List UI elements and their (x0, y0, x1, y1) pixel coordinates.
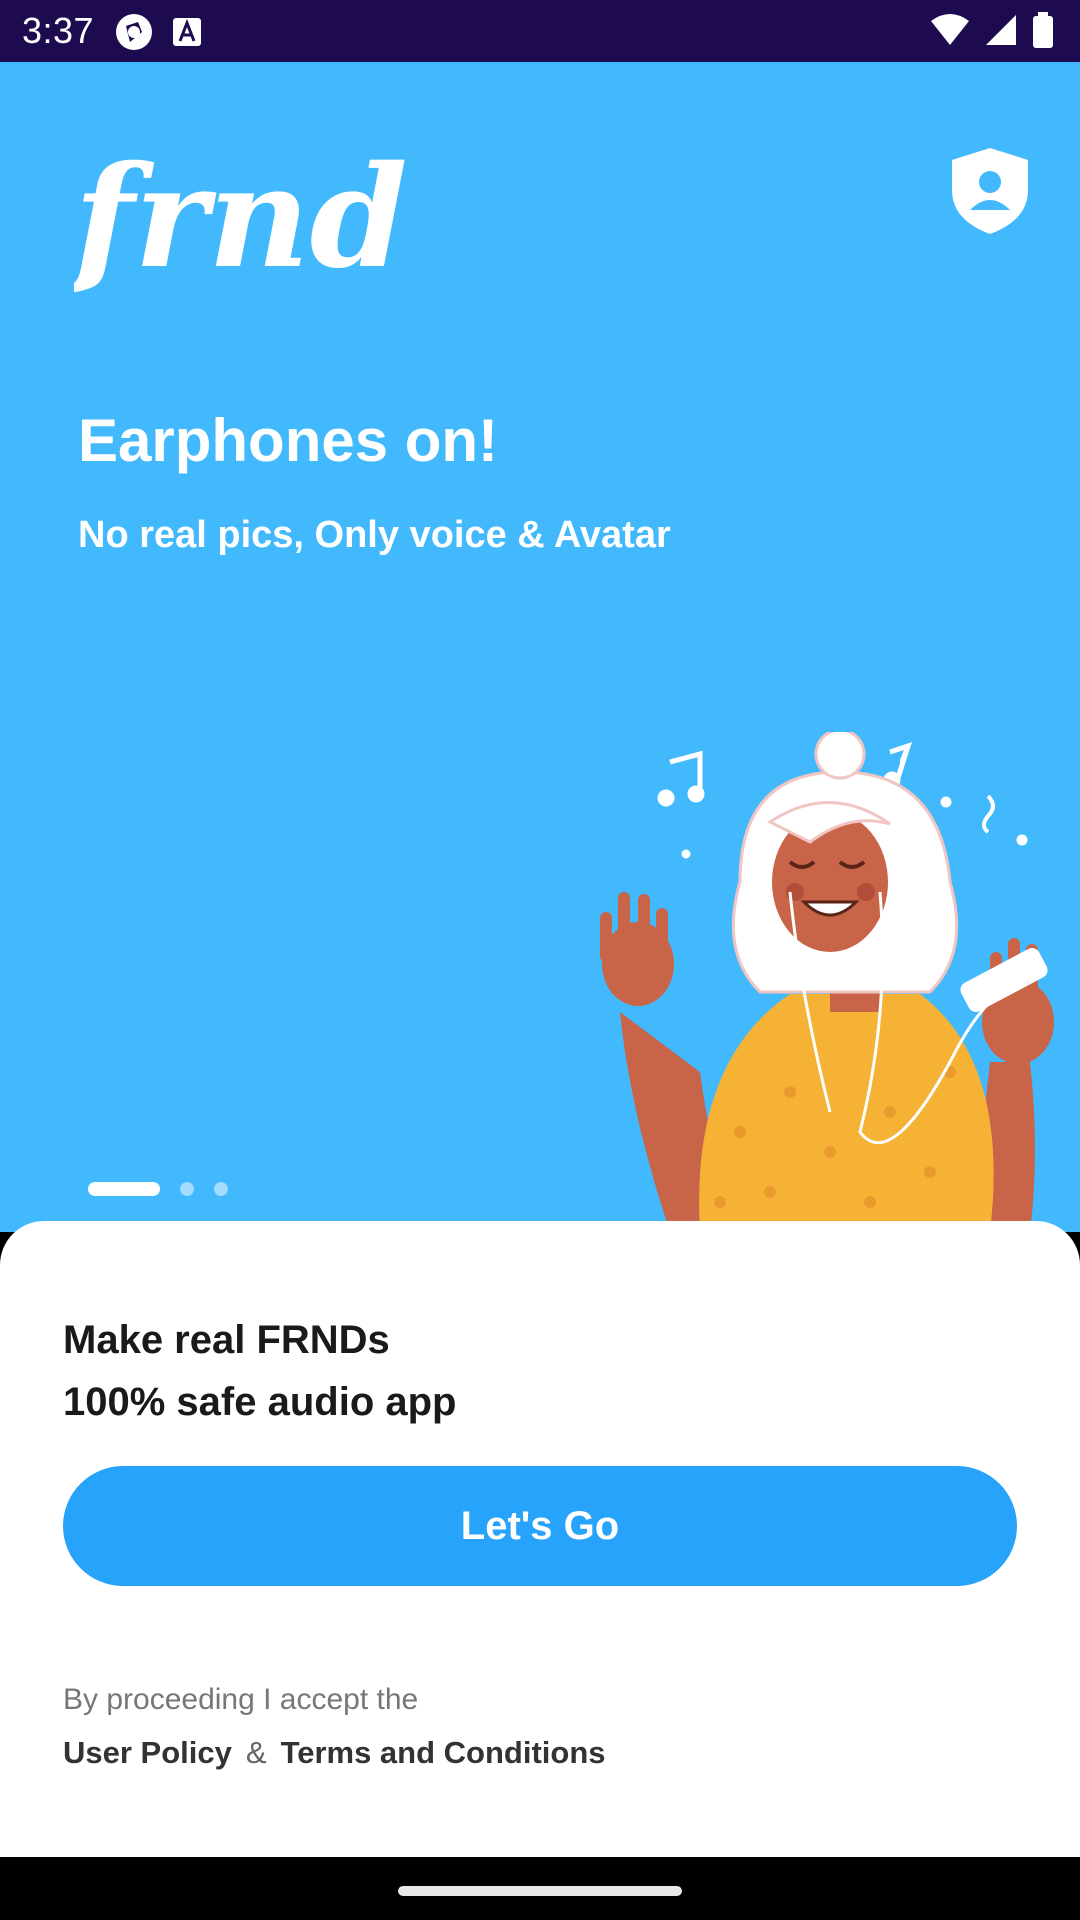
pager-dot[interactable] (180, 1182, 194, 1196)
safety-shield-icon[interactable] (950, 146, 1030, 236)
hero-subtitle: No real pics, Only voice & Avatar (78, 514, 671, 556)
terms-and-conditions-link[interactable]: Terms and Conditions (281, 1735, 606, 1771)
wifi-icon (931, 14, 969, 45)
hero-banner: frnd Earphones on! No real pics, Only vo… (0, 62, 1080, 1232)
status-time: 3:37 (22, 10, 95, 51)
status-right-icons (930, 12, 1054, 48)
legal-text: By proceeding I accept the (63, 1683, 419, 1716)
lets-go-button[interactable]: Let's Go (63, 1466, 1017, 1586)
ampersand: & (245, 1735, 267, 1770)
woman-with-earphones-illustration (600, 732, 1054, 1232)
hero-title: Earphones on! (78, 407, 499, 474)
onboarding-pager[interactable] (88, 1182, 228, 1196)
pager-dot[interactable] (214, 1182, 228, 1196)
legal-links: User Policy & Terms and Conditions (63, 1735, 606, 1771)
status-left-icons (114, 12, 202, 52)
signal-icon (986, 15, 1016, 45)
status-bar: 3:37 (0, 0, 1080, 62)
frnd-logo: frnd (74, 146, 408, 300)
home-gesture-handle[interactable] (398, 1886, 682, 1896)
sheet-title-line2: 100% safe audio app (63, 1380, 457, 1424)
pager-dot-active[interactable] (88, 1182, 160, 1196)
battery-icon (1033, 12, 1053, 48)
bottom-sheet: Make real FRNDs 100% safe audio app Let'… (0, 1221, 1080, 1857)
user-policy-link[interactable]: User Policy (63, 1735, 232, 1771)
navigation-bar (0, 1857, 1080, 1920)
sheet-title-line1: Make real FRNDs (63, 1318, 390, 1362)
app-notification-icon (116, 14, 152, 50)
sheet-title: Make real FRNDs 100% safe audio app (63, 1309, 456, 1433)
svg-text:frnd: frnd (74, 146, 408, 300)
text-a-icon (173, 18, 201, 46)
